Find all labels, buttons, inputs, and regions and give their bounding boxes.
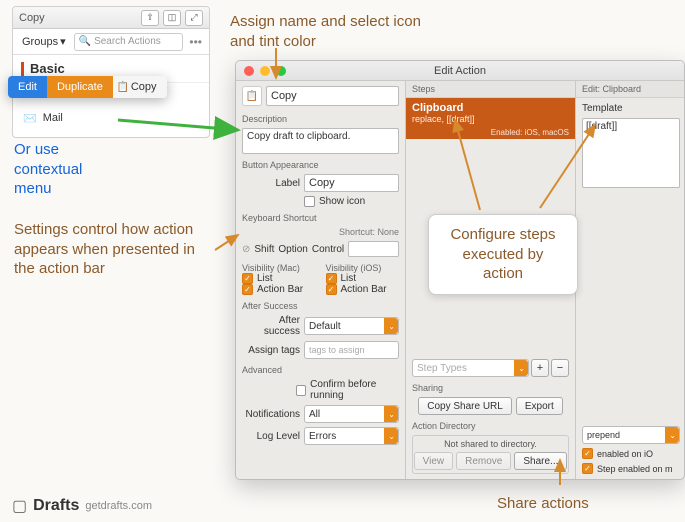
expand-icon[interactable]: ⤢ [185, 10, 203, 26]
mac-actionbar-checkbox[interactable]: ✓ [242, 284, 253, 295]
step-edit-column: Edit: Clipboard Template [[draft]] prepe… [576, 81, 684, 479]
after-success-select[interactable]: Default⌄ [304, 317, 399, 335]
enabled-mac-checkbox[interactable]: ✓ [582, 463, 593, 474]
description-input[interactable]: Copy draft to clipboard. [242, 128, 399, 154]
footer: ▢ Drafts getdrafts.com [12, 496, 152, 516]
action-name-input[interactable]: Copy [266, 86, 399, 106]
groups-dropdown[interactable]: Groups▾ [18, 33, 70, 50]
group-color-bar [21, 62, 24, 76]
context-duplicate[interactable]: Duplicate [47, 76, 113, 98]
sidebar-titlebar: Copy ⇧ ◫ ⤢ [13, 7, 209, 29]
annotation-share: Share actions [497, 494, 589, 514]
annotation-contextual: Or use contextual menu [14, 140, 114, 199]
copy-share-url-button[interactable]: Copy Share URL [418, 397, 512, 415]
group-name: Basic [30, 61, 65, 76]
view-button: View [414, 452, 454, 470]
actions-sidebar: Copy ⇧ ◫ ⤢ Groups▾ 🔍 Search Actions ••• … [12, 6, 210, 138]
confirm-checkbox[interactable] [296, 385, 306, 396]
annotation-assign: Assign name and select icon and tint col… [230, 12, 430, 51]
annotation-settings: Settings control how action appears when… [14, 220, 214, 279]
ios-actionbar-checkbox[interactable]: ✓ [326, 284, 337, 295]
steps-header: Steps [406, 81, 575, 98]
clear-shortcut-icon[interactable]: ⊘ [242, 244, 250, 255]
search-icon: 🔍 [79, 36, 91, 47]
list-item[interactable]: ✉️ Mail [13, 107, 209, 129]
share-button[interactable]: Share... [514, 452, 567, 470]
context-copy-row[interactable]: Copy [113, 76, 167, 98]
mail-icon: ✉️ [23, 112, 37, 125]
ios-list-checkbox[interactable]: ✓ [326, 273, 337, 284]
enabled-ios-checkbox[interactable]: ✓ [582, 448, 593, 459]
share-icon[interactable]: ⇧ [141, 10, 159, 26]
mac-list-checkbox[interactable]: ✓ [242, 273, 253, 284]
sidebar-toolbar: Groups▾ 🔍 Search Actions ••• [13, 29, 209, 55]
context-menu: Edit Duplicate Copy [8, 76, 167, 98]
annotation-configure: Configure steps executed by action [428, 214, 578, 295]
show-icon-checkbox[interactable] [304, 196, 315, 207]
remove-button: Remove [456, 452, 511, 470]
directory-box: Not shared to directory. View Remove Sha… [412, 435, 569, 474]
search-input[interactable]: 🔍 Search Actions [74, 33, 184, 51]
settings-column: 📋 Copy Description Copy draft to clipboa… [236, 81, 406, 479]
keyboard-shortcut-label: Keyboard Shortcut [242, 213, 399, 223]
add-step-button[interactable]: + [531, 359, 549, 377]
more-icon[interactable]: ••• [187, 35, 204, 49]
step-clipboard[interactable]: Clipboard replace, [[draft]] Enabled: iO… [406, 98, 575, 139]
shortcut-key-input[interactable] [348, 241, 399, 257]
sidebar-title: Copy [19, 12, 45, 24]
log-level-select[interactable]: Errors⌄ [304, 427, 399, 445]
action-icon-picker[interactable]: 📋 [242, 86, 262, 106]
button-label-input[interactable]: Copy [304, 174, 399, 192]
window-titlebar: Edit Action [236, 61, 684, 81]
panel-toggle-icon[interactable]: ◫ [163, 10, 181, 26]
drafts-logo-icon: ▢ [12, 496, 27, 516]
window-title: Edit Action [236, 65, 684, 77]
button-appearance-label: Button Appearance [242, 160, 399, 170]
step-edit-header: Edit: Clipboard [576, 81, 684, 98]
template-input[interactable]: [[draft]] [582, 118, 680, 188]
remove-step-button[interactable]: − [551, 359, 569, 377]
description-label: Description [242, 114, 399, 124]
context-edit[interactable]: Edit [8, 76, 47, 98]
content-mode-select[interactable]: prepend⌄ [582, 426, 680, 444]
assign-tags-input[interactable]: tags to assign [304, 341, 399, 359]
notifications-select[interactable]: All⌄ [304, 405, 399, 423]
step-types-select[interactable]: Step Types⌄ [412, 359, 529, 377]
export-button[interactable]: Export [516, 397, 563, 415]
